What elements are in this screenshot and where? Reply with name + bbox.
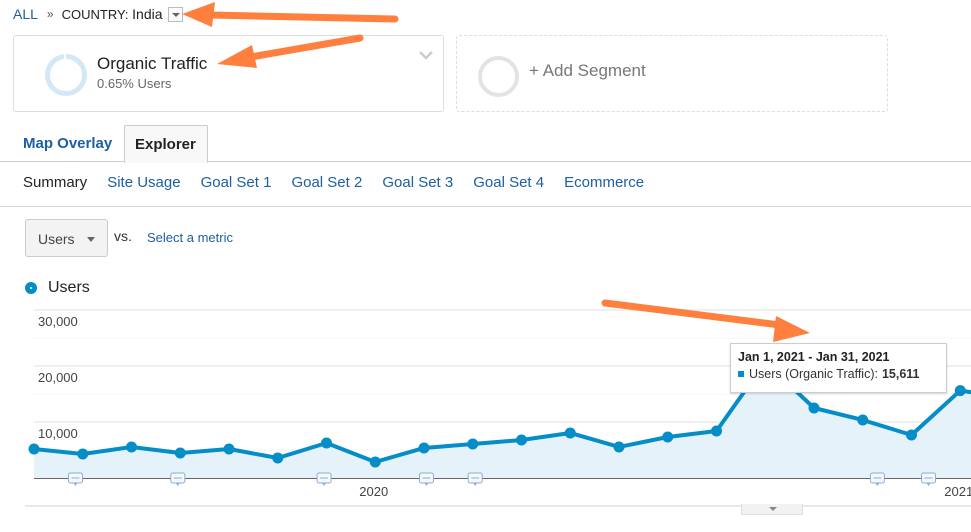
subtab-ecommerce[interactable]: Ecommerce	[564, 174, 644, 191]
y-tick-label: 10,000	[38, 426, 78, 441]
empty-segment-ring-icon	[478, 56, 519, 97]
data-point	[467, 438, 479, 450]
breadcrumb: ALL » COUNTRY: India	[13, 6, 183, 22]
annotation-marker-icon[interactable]	[869, 472, 885, 486]
primary-metric-select[interactable]: Users	[25, 219, 108, 257]
breadcrumb-country: COUNTRY: India	[62, 6, 163, 22]
subtab-goal-set-4[interactable]: Goal Set 4	[473, 174, 544, 191]
tab-explorer[interactable]: Explorer	[124, 125, 208, 163]
breadcrumb-dimension-label: COUNTRY:	[61, 7, 129, 22]
chevron-down-icon[interactable]	[419, 48, 433, 62]
data-point	[77, 448, 89, 460]
annotation-marker-icon[interactable]	[316, 472, 332, 486]
arrow-to-country-dropdown	[182, 2, 399, 27]
annotation-bubble-tail	[424, 483, 429, 486]
data-point	[906, 429, 917, 441]
segment-card-organic-traffic[interactable]: Organic Traffic 0.65% Users	[13, 35, 444, 112]
segment-name: Organic Traffic	[97, 54, 208, 73]
subtab-goal-set-3[interactable]: Goal Set 3	[382, 174, 453, 191]
data-point	[857, 414, 869, 426]
legend-series-dot-icon	[25, 282, 37, 294]
data-point	[954, 385, 966, 397]
tooltip-row: Users (Organic Traffic): 15,611	[738, 367, 939, 381]
y-tick-label: 20,000	[38, 370, 78, 385]
segment-ring-icon	[45, 54, 87, 96]
data-point	[223, 443, 235, 455]
tooltip-series-label: Users (Organic Traffic):	[749, 367, 878, 381]
annotation-marker-icon[interactable]	[921, 472, 937, 486]
subtab-site-usage[interactable]: Site Usage	[107, 174, 180, 191]
add-segment-button[interactable]: + Add Segment	[456, 35, 888, 112]
chart-legend: Users	[25, 279, 90, 297]
y-tick-label: 30,000	[38, 314, 78, 329]
subtab-summary[interactable]: Summary	[23, 174, 87, 191]
caret-down-icon	[87, 237, 95, 242]
annotation-marker-icon[interactable]	[467, 472, 483, 486]
users-line-chart[interactable]: 10,000 20,000 30,000 2020 2021	[0, 300, 971, 532]
subtab-goal-set-1[interactable]: Goal Set 1	[201, 174, 272, 191]
annotation-bubble-tail	[473, 483, 478, 486]
breadcrumb-separator: »	[46, 7, 54, 21]
tooltip-date-range: Jan 1, 2021 - Jan 31, 2021	[738, 350, 890, 364]
annotation-bubble-tail	[175, 483, 180, 486]
annotations-toggle-handle[interactable]	[741, 504, 803, 515]
x-tick-label: 2021	[944, 484, 971, 499]
primary-metric-value: Users	[38, 231, 75, 247]
data-point	[126, 441, 137, 453]
breadcrumb-dropdown-button[interactable]	[167, 6, 183, 22]
subtab-goal-set-2[interactable]: Goal Set 2	[291, 174, 362, 191]
annotation-marker-icon[interactable]	[418, 472, 434, 486]
data-point	[272, 452, 284, 464]
annotation-marker-icon[interactable]	[67, 472, 83, 486]
tooltip-series-swatch-icon	[738, 371, 744, 377]
annotation-bubble-tail	[875, 483, 880, 486]
annotation-bubble-tail	[322, 483, 327, 486]
tooltip-value: 15,611	[881, 367, 920, 381]
data-point	[662, 431, 674, 443]
data-point	[369, 456, 381, 468]
data-point	[174, 447, 186, 459]
annotation-bubble-tail	[73, 483, 78, 486]
tab-map-overlay[interactable]: Map Overlay	[13, 125, 122, 162]
annotation-marker-icon[interactable]	[170, 472, 186, 486]
vs-label: vs.	[114, 228, 132, 244]
data-point	[564, 427, 576, 439]
x-tick-label: 2020	[359, 484, 388, 499]
data-point	[808, 402, 820, 414]
legend-series-label: Users	[48, 279, 90, 296]
section-divider	[0, 206, 971, 207]
secondary-metric-link[interactable]: Select a metric	[147, 230, 233, 245]
segment-percentage: 0.65% Users	[97, 76, 172, 91]
data-point	[321, 437, 332, 449]
data-point	[613, 441, 625, 453]
data-point	[28, 443, 40, 455]
annotation-bubble-tail	[926, 483, 931, 486]
data-point	[711, 425, 722, 437]
view-tabs: Map Overlay Explorer	[0, 125, 971, 163]
breadcrumb-all-link[interactable]: ALL	[13, 6, 38, 22]
add-segment-label: + Add Segment	[529, 61, 646, 80]
explorer-subtabs: Summary Site Usage Goal Set 1 Goal Set 2…	[23, 174, 664, 191]
data-point	[418, 442, 430, 454]
chart-tooltip: Jan 1, 2021 - Jan 31, 2021 Users (Organi…	[730, 343, 947, 393]
data-point	[516, 434, 527, 446]
breadcrumb-dimension-value: India	[132, 6, 163, 22]
